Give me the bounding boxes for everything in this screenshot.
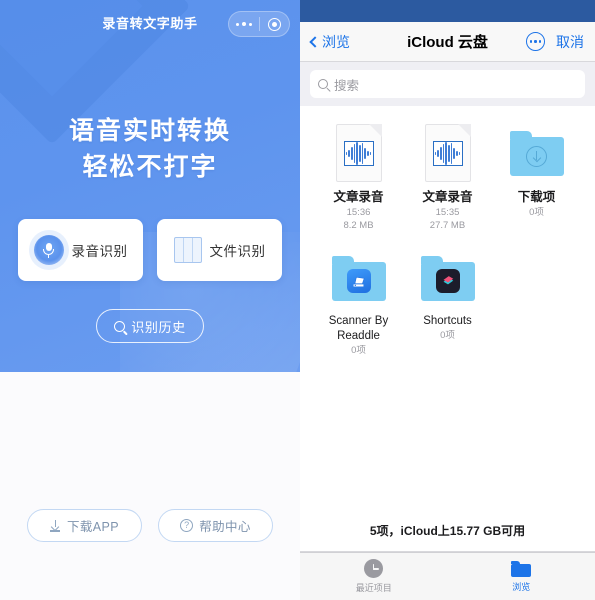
target-circle-icon [267, 17, 281, 31]
download-app-label: 下载APP [66, 520, 119, 534]
headline-line-1: 语音实时转换 [68, 117, 231, 145]
ellipsis-circle-icon[interactable] [526, 32, 545, 51]
file-time: 15:35 [435, 206, 460, 218]
search-icon [318, 79, 328, 89]
file-recognition-label: 文件识别 [209, 244, 266, 259]
wechat-capsule-bar[interactable] [228, 11, 290, 37]
folder-icon-box [508, 122, 566, 184]
search-icon [114, 320, 126, 332]
cancel-button[interactable]: 取消 [556, 32, 584, 52]
help-center-label: 帮助中心 [199, 520, 251, 534]
file-icon-box [330, 122, 388, 184]
hero-headline: 语音实时转换 轻松不打字 [0, 114, 300, 185]
tab-recents-label: 最近项目 [355, 583, 392, 593]
chevron-left-icon [309, 35, 321, 48]
download-app-button[interactable]: 下载APP [27, 509, 142, 542]
clock-icon [364, 559, 384, 578]
file-item[interactable]: 文章录音 15:36 8.2 MB [314, 122, 403, 233]
folder-download-icon [509, 130, 564, 176]
tab-recents[interactable]: 最近项目 [300, 553, 448, 600]
tab-bar: 最近项目 浏览 [300, 552, 595, 600]
search-zone: 搜索 [300, 62, 595, 106]
tab-browse[interactable]: 浏览 [448, 553, 595, 600]
file-recognition-button[interactable]: 文件识别 [157, 219, 282, 281]
tab-browse-label: 浏览 [512, 581, 531, 592]
ellipsis-icon [236, 21, 252, 27]
history-button-row: 识别历史 [0, 309, 300, 343]
download-icon [50, 519, 61, 532]
folder-count: 0项 [529, 206, 544, 218]
search-input[interactable]: 搜索 [310, 70, 585, 98]
navbar-right-actions: 取消 [526, 32, 584, 52]
folder-item[interactable]: Shortcuts 0项 [403, 247, 492, 358]
headline-line-2: 轻松不打字 [82, 152, 218, 181]
file-name: 文章录音 [333, 190, 384, 204]
folder-item[interactable]: 下载项 0项 [492, 122, 581, 233]
record-recognition-label: 录音识别 [71, 244, 128, 259]
miniprogram-navbar: 录音转文字助手 [0, 0, 300, 44]
file-name: 文章录音 [422, 190, 473, 204]
icloud-files-panel: 浏览 iCloud 云盘 取消 搜索 文章录音 15:36 8.2 MB 文章录… [300, 0, 595, 600]
miniprogram-close-button[interactable] [260, 12, 290, 36]
page-title: 录音转文字助手 [102, 15, 198, 31]
record-recognition-button[interactable]: 录音识别 [18, 219, 143, 281]
ios-status-bar [300, 0, 595, 22]
question-mark-icon: ? [180, 519, 194, 532]
folder-name: 下载项 [517, 190, 556, 204]
storage-status-text: 5项，iCloud上15.77 GB可用 [300, 512, 595, 552]
screenshot-root: 录音转文字助手 语音实时转换 轻松不打字 录音识别 文件识别 识别历史 下载AP… [0, 0, 595, 600]
file-icon-box [419, 122, 477, 184]
shortcuts-app-icon [435, 269, 460, 294]
folder-name: Shortcuts [423, 315, 472, 328]
audio-document-icon [424, 124, 471, 182]
folder-icon-box [419, 247, 477, 309]
folder-item[interactable]: Scanner By Readdle 0项 [314, 247, 403, 358]
folder-scanner-icon [331, 255, 386, 301]
footer-button-row: 下载APP ? 帮助中心 [0, 509, 300, 542]
document-file-icon [173, 237, 202, 263]
file-size: 8.2 MB [343, 220, 374, 232]
wechat-miniprogram-panel: 录音转文字助手 语音实时转换 轻松不打字 录音识别 文件识别 识别历史 下载AP… [0, 0, 300, 600]
audio-document-icon [335, 124, 382, 182]
folder-icon [511, 560, 532, 577]
folder-shortcuts-icon [420, 255, 475, 301]
file-time: 15:36 [346, 206, 371, 218]
folder-icon-box [330, 247, 388, 309]
back-button-label: 浏览 [322, 33, 350, 50]
file-size: 27.7 MB [429, 220, 466, 232]
file-grid: 文章录音 15:36 8.2 MB 文章录音 15:35 27.7 MB 下载项… [300, 106, 595, 512]
help-center-button[interactable]: ? 帮助中心 [158, 509, 273, 542]
download-arrow-icon [526, 145, 547, 167]
miniprogram-menu-button[interactable] [229, 12, 259, 36]
search-placeholder: 搜索 [334, 78, 360, 93]
hero-banner: 录音转文字助手 语音实时转换 轻松不打字 录音识别 文件识别 识别历史 [0, 0, 300, 372]
folder-name: Scanner By Readdle [328, 315, 389, 343]
folder-count: 0项 [351, 345, 366, 357]
microphone-icon [33, 235, 64, 265]
recognition-history-button[interactable]: 识别历史 [96, 309, 204, 343]
action-card-row: 录音识别 文件识别 [18, 219, 282, 281]
files-navbar: 浏览 iCloud 云盘 取消 [300, 22, 595, 62]
folder-count: 0项 [440, 330, 455, 342]
file-item[interactable]: 文章录音 15:35 27.7 MB [403, 122, 492, 233]
scanner-app-icon [346, 269, 371, 294]
back-button[interactable]: 浏览 [309, 32, 350, 52]
recognition-history-label: 识别历史 [131, 319, 186, 335]
